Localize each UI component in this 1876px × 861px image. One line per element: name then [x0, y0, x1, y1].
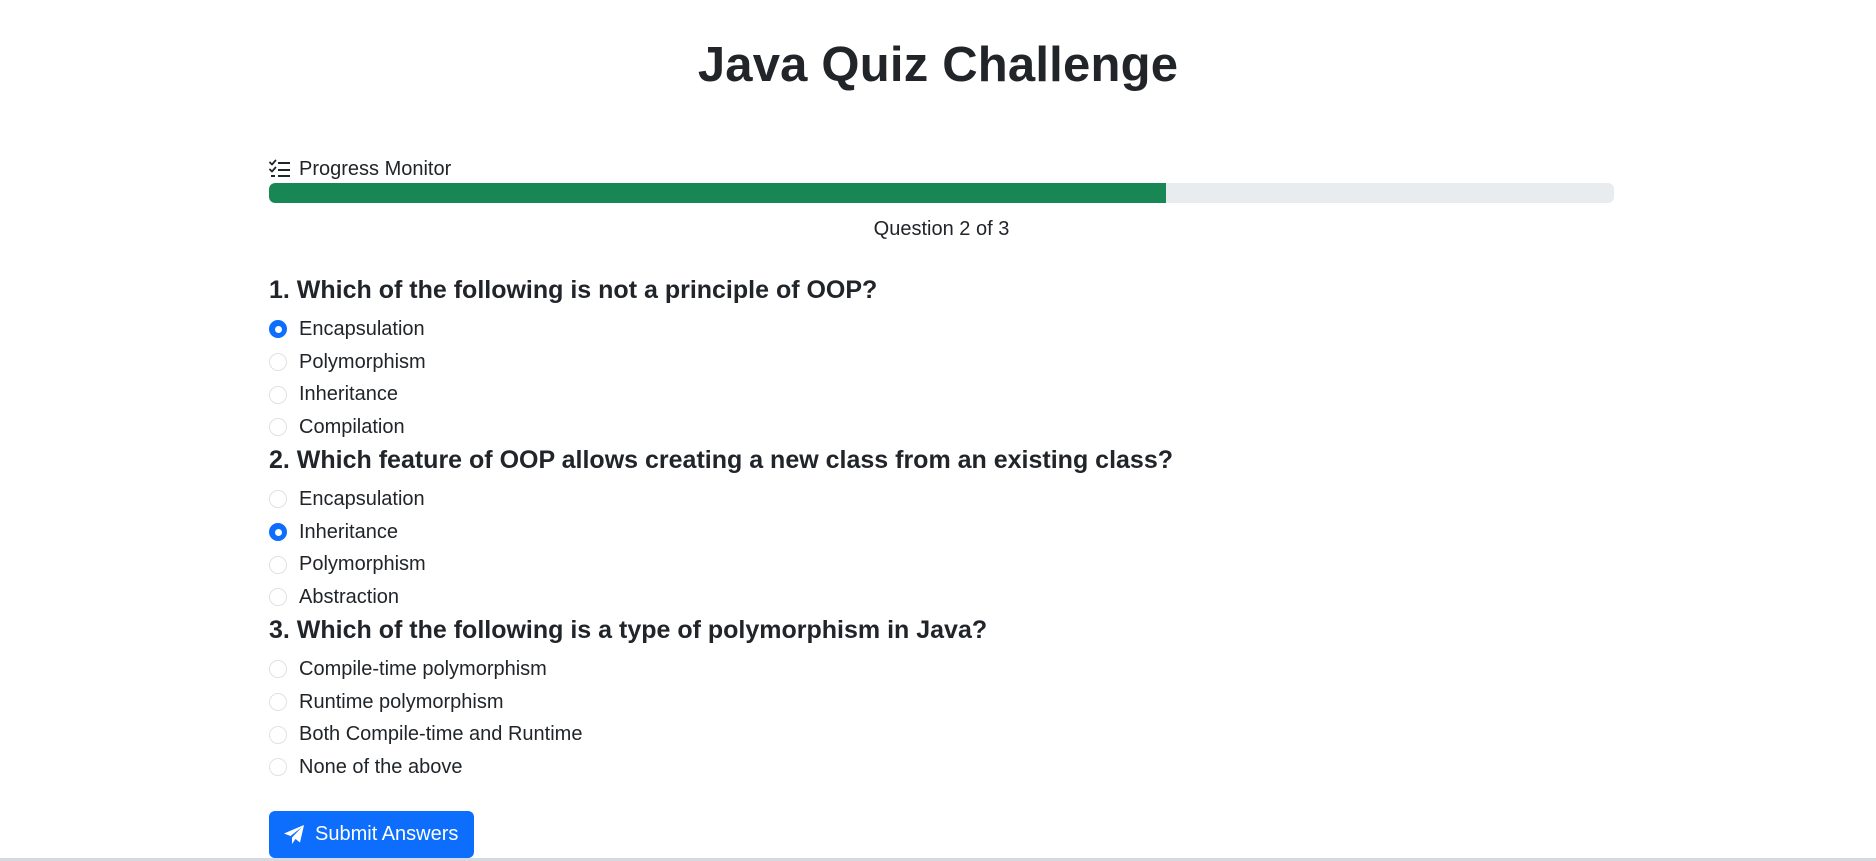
option-label: Polymorphism — [299, 350, 426, 373]
submit-label: Submit Answers — [315, 823, 459, 845]
option-label: Inheritance — [299, 520, 398, 543]
list-check-icon — [269, 159, 291, 179]
radio-button[interactable] — [269, 725, 287, 744]
radio-button[interactable] — [269, 523, 287, 542]
question-text: 3. Which of the following is a type of p… — [269, 616, 988, 644]
answer-option[interactable]: Compile-time polymorphism — [269, 653, 1614, 686]
submit-answers-button[interactable]: Submit Answers — [269, 811, 475, 858]
option-label: Compile-time polymorphism — [299, 657, 547, 680]
answer-option[interactable]: Compilation — [269, 411, 1614, 444]
answer-option[interactable]: Encapsulation — [269, 483, 1614, 516]
radio-button[interactable] — [269, 418, 287, 437]
question-text: 2. Which feature of OOP allows creating … — [269, 446, 1173, 474]
question-block: 3. Which of the following is a type of p… — [269, 614, 1614, 784]
answer-option[interactable]: Polymorphism — [269, 346, 1614, 379]
progress-bar — [269, 183, 1614, 203]
answer-option[interactable]: Encapsulation — [269, 313, 1614, 346]
option-label: Runtime polymorphism — [299, 690, 504, 713]
progress-bar-fill — [269, 183, 1167, 203]
progress-status: Question 2 of 3 — [873, 218, 1010, 240]
radio-button[interactable] — [269, 353, 287, 372]
option-label: Polymorphism — [299, 553, 426, 576]
option-list: Encapsulation Inheritance Polymorphism Abst… — [269, 483, 1614, 614]
radio-button[interactable] — [269, 693, 287, 712]
paper-plane-icon — [283, 824, 305, 846]
radio-button[interactable] — [269, 490, 287, 509]
question-text: 1. Which of the following is not a princ… — [269, 276, 878, 304]
answer-option[interactable]: Polymorphism — [269, 548, 1614, 581]
option-list: Compile-time polymorphism Runtime polymor… — [269, 653, 1614, 784]
answer-option[interactable]: Both Compile-time and Runtime — [269, 718, 1614, 751]
answer-option[interactable]: None of the above — [269, 751, 1614, 784]
option-label: Inheritance — [299, 383, 398, 406]
option-list: Encapsulation Polymorphism Inheritance Comp… — [269, 313, 1614, 444]
option-label: Encapsulation — [299, 317, 425, 340]
progress-label: Progress Monitor — [299, 158, 452, 180]
radio-button[interactable] — [269, 385, 287, 404]
radio-button[interactable] — [269, 660, 287, 679]
option-label: Encapsulation — [299, 487, 425, 510]
option-label: Compilation — [299, 415, 405, 438]
question-block: 1. Which of the following is not a princ… — [269, 274, 1614, 444]
question-block: 2. Which feature of OOP allows creating … — [269, 444, 1614, 614]
option-label: Both Compile-time and Runtime — [299, 723, 583, 746]
answer-option[interactable]: Abstraction — [269, 581, 1614, 614]
option-label: Abstraction — [299, 585, 400, 608]
radio-button[interactable] — [269, 320, 287, 339]
radio-button[interactable] — [269, 758, 287, 777]
radio-button[interactable] — [269, 555, 287, 574]
quiz-page: Java Quiz Challenge Progress Monitor Que… — [0, 0, 1876, 861]
answer-option[interactable]: Runtime polymorphism — [269, 686, 1614, 719]
answer-option[interactable]: Inheritance — [269, 378, 1614, 411]
answer-option[interactable]: Inheritance — [269, 516, 1614, 549]
page-title: Java Quiz Challenge — [697, 38, 1179, 92]
radio-button[interactable] — [269, 588, 287, 607]
progress-header: Progress Monitor — [269, 157, 451, 181]
option-label: None of the above — [299, 755, 463, 778]
